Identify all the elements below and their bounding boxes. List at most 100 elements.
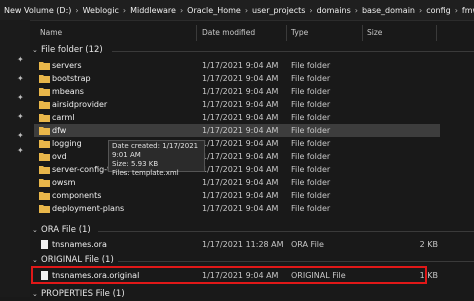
breadcrumb-item-oracle-home[interactable]: Oracle_Home	[183, 6, 245, 15]
folder-name: deployment-plans	[52, 204, 125, 213]
group-divider-line	[112, 51, 474, 52]
folder-type: File folder	[291, 178, 331, 187]
list-item-folder[interactable]: dfw 1/17/2021 9:04 AM File folder	[34, 124, 440, 137]
list-item-folder[interactable]: mbeans 1/17/2021 9:04 AM File folder	[34, 85, 440, 98]
group-header-properties-file[interactable]: ⌄ PROPERTIES File (1)	[30, 289, 474, 301]
tooltip-date-created: Date created: 1/17/2021 9:01 AM	[112, 142, 199, 159]
folder-date: 1/17/2021 9:04 AM	[202, 100, 279, 109]
file-type: ORA File	[291, 240, 324, 249]
chevron-down-icon[interactable]: ⌄	[32, 46, 38, 54]
folder-icon	[39, 62, 50, 70]
breadcrumb-item-weblogic[interactable]: Weblogic	[79, 6, 123, 15]
folder-name: components	[52, 191, 102, 200]
list-item-folder[interactable]: bootstrap 1/17/2021 9:04 AM File folder	[34, 72, 440, 85]
folder-icon	[39, 75, 50, 83]
breadcrumb-item-fmwconfig[interactable]: fmwconfig	[458, 6, 474, 15]
breadcrumb-item-user-projects[interactable]: user_projects	[248, 6, 309, 15]
folder-type: File folder	[291, 113, 331, 122]
chevron-down-icon[interactable]: ⌄	[32, 256, 38, 264]
folder-icon	[39, 153, 50, 161]
tooltip-files: Files: template.xml	[112, 169, 179, 177]
folder-type: File folder	[291, 152, 331, 161]
folder-icon	[39, 127, 50, 135]
folder-type: File folder	[291, 100, 331, 109]
column-divider[interactable]	[436, 25, 437, 41]
group-title: PROPERTIES File (1)	[41, 289, 125, 299]
list-item-folder[interactable]: servers 1/17/2021 9:04 AM File folder	[34, 59, 440, 72]
group-title: ORIGINAL File (1)	[41, 255, 114, 265]
folder-type: File folder	[291, 87, 331, 96]
folder-name: mbeans	[52, 87, 84, 96]
folder-date: 1/17/2021 9:04 AM	[202, 61, 279, 70]
list-item-folder[interactable]: ovd 1/17/2021 9:04 AM File folder	[34, 150, 440, 163]
file-date: 1/17/2021 11:28 AM	[202, 240, 284, 249]
list-item-folder[interactable]: logging 1/17/2021 9:04 AM File folder	[34, 137, 440, 150]
group-header-ora-file[interactable]: ⌄ ORA File (1)	[30, 225, 474, 237]
folder-date: 1/17/2021 9:04 AM	[202, 152, 279, 161]
folder-name: dfw	[52, 126, 67, 135]
folder-date: 1/17/2021 9:04 AM	[202, 204, 279, 213]
tooltip: Date created: 1/17/2021 9:01 AM Size: 5.…	[108, 140, 205, 177]
folder-date: 1/17/2021 9:04 AM	[202, 126, 279, 135]
group-divider-line	[118, 261, 474, 262]
list-item-folder[interactable]: owsm 1/17/2021 9:04 AM File folder	[34, 176, 440, 189]
folder-icon	[39, 140, 50, 148]
folder-type: File folder	[291, 165, 331, 174]
breadcrumb-item-domains[interactable]: domains	[313, 6, 355, 15]
group-divider-line	[98, 231, 474, 232]
breadcrumb-item-volume[interactable]: New Volume (D:)	[0, 6, 75, 15]
folder-icon	[39, 88, 50, 96]
list-item-folder[interactable]: server-config-template 1/17/2021 9:04 AM F…	[34, 163, 440, 176]
file-name: tnsnames.ora	[52, 240, 107, 249]
folder-name: servers	[52, 61, 82, 70]
folder-type: File folder	[291, 126, 331, 135]
folder-icon	[39, 114, 50, 122]
column-divider[interactable]	[286, 25, 287, 41]
breadcrumb-item-config[interactable]: config	[422, 6, 454, 15]
column-divider[interactable]	[196, 25, 197, 41]
column-date-modified[interactable]: Date modified	[202, 28, 255, 37]
folder-date: 1/17/2021 9:04 AM	[202, 178, 279, 187]
folder-type: File folder	[291, 139, 331, 148]
folder-type: File folder	[291, 74, 331, 83]
folder-type: File folder	[291, 61, 331, 70]
breadcrumb-item-middleware[interactable]: Middleware	[126, 6, 180, 15]
pin-icon[interactable]: ✦	[17, 75, 25, 83]
pin-icon[interactable]: ✦	[17, 94, 25, 102]
pin-icon[interactable]: ✦	[17, 113, 25, 121]
chevron-down-icon[interactable]: ⌄	[32, 226, 38, 234]
list-item-folder[interactable]: components 1/17/2021 9:04 AM File folder	[34, 189, 440, 202]
folder-icon	[39, 166, 50, 174]
pin-icon[interactable]: ✦	[17, 132, 25, 140]
folder-name: logging	[52, 139, 82, 148]
folder-name: owsm	[52, 178, 76, 187]
list-item-folder[interactable]: deployment-plans 1/17/2021 9:04 AM File fo…	[34, 202, 440, 215]
folder-date: 1/17/2021 9:04 AM	[202, 87, 279, 96]
column-name[interactable]: Name	[40, 28, 62, 37]
highlight-annotation-box	[31, 266, 427, 284]
breadcrumb-item-base-domain[interactable]: base_domain	[358, 6, 419, 15]
list-item-folder[interactable]: carml 1/17/2021 9:04 AM File folder	[34, 111, 440, 124]
group-title: ORA File (1)	[41, 225, 91, 235]
group-header-file-folder[interactable]: ⌄ File folder (12)	[30, 45, 474, 57]
pin-icon[interactable]: ✦	[17, 147, 25, 155]
folder-icon	[39, 192, 50, 200]
pin-icon[interactable]: ✦	[17, 56, 25, 64]
tooltip-size: Size: 5.93 KB	[112, 160, 159, 168]
navigation-pane: ✦ ✦ ✦ ✦ ✦ ✦	[0, 20, 30, 297]
column-header: Name Date modified Type Size	[30, 24, 474, 42]
file-icon	[41, 240, 48, 249]
group-title: File folder (12)	[41, 45, 103, 55]
breadcrumb: New Volume (D:) › Weblogic › Middleware › O…	[0, 0, 474, 21]
list-item-folder[interactable]: airsidprovider 1/17/2021 9:04 AM File fold…	[34, 98, 440, 111]
file-size: 2 KB	[419, 240, 438, 249]
folder-icon	[39, 101, 50, 109]
column-type[interactable]: Type	[291, 28, 308, 37]
folder-date: 1/17/2021 9:04 AM	[202, 165, 279, 174]
folder-name: ovd	[52, 152, 67, 161]
column-divider[interactable]	[362, 25, 363, 41]
folder-name: bootstrap	[52, 74, 91, 83]
list-item-file[interactable]: tnsnames.ora 1/17/2021 11:28 AM ORA File…	[34, 238, 440, 251]
column-size[interactable]: Size	[367, 28, 382, 37]
folder-name: carml	[52, 113, 75, 122]
